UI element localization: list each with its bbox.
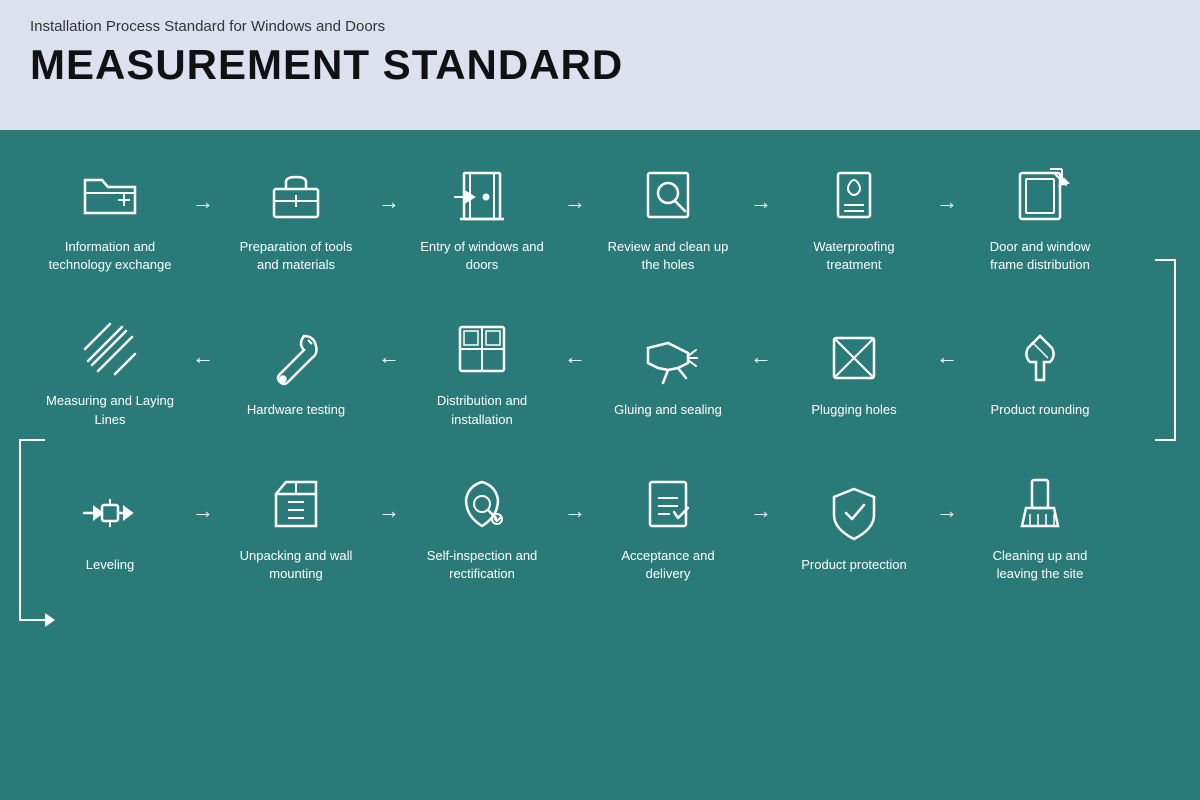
wrench-icon	[261, 323, 331, 393]
step-label: Gluing and sealing	[614, 401, 722, 419]
step-label: Distribution and installation	[417, 392, 547, 428]
page-title: MEASUREMENT STANDARD	[30, 41, 1170, 89]
step-acceptance: Acceptance and delivery	[588, 469, 748, 583]
accept-icon	[633, 469, 703, 539]
arrow-r3-2: →	[378, 498, 400, 524]
arrow-left-3: →	[564, 344, 586, 370]
step-measuring: Measuring and Laying Lines	[30, 314, 190, 428]
step-label: Cleaning up and leaving the site	[975, 547, 1105, 583]
process-row-3: Leveling → Unpacking and wall mounting →	[30, 469, 1170, 583]
step-label: Plugging holes	[811, 401, 896, 419]
process-row-2: Measuring and Laying Lines → Hardware te…	[30, 314, 1170, 428]
arrow-r3-5: →	[936, 498, 958, 524]
door-enter-icon	[447, 160, 517, 230]
glue-gun-icon	[633, 323, 703, 393]
step-info-exchange: Information and technology exchange	[30, 160, 190, 274]
arrow-r3-3: →	[564, 498, 586, 524]
step-label: Door and window frame distribution	[975, 238, 1105, 274]
shield-icon	[819, 478, 889, 548]
broom-icon	[1005, 469, 1075, 539]
step-label: Leveling	[86, 556, 134, 574]
ruler-cross-icon	[75, 314, 145, 384]
step-label: Hardware testing	[247, 401, 345, 419]
step-label: Waterproofing treatment	[789, 238, 919, 274]
step-review-holes: Review and clean up the holes	[588, 160, 748, 274]
page-header: Installation Process Standard for Window…	[0, 0, 1200, 130]
step-label: Review and clean up the holes	[603, 238, 733, 274]
arrow-3: →	[564, 189, 586, 215]
arrow-2: →	[378, 189, 400, 215]
step-waterproofing: Waterproofing treatment	[774, 160, 934, 274]
inspect-icon	[447, 469, 517, 539]
arrow-5: →	[936, 189, 958, 215]
step-label: Self-inspection and rectification	[417, 547, 547, 583]
arrow-left-5: →	[936, 344, 958, 370]
arrow-1: →	[192, 189, 214, 215]
step-label: Unpacking and wall mounting	[231, 547, 361, 583]
frame-export-icon	[1005, 160, 1075, 230]
step-gluing: Gluing and sealing	[588, 323, 748, 419]
square-diagonal-icon	[819, 323, 889, 393]
water-icon	[819, 160, 889, 230]
search-icon	[633, 160, 703, 230]
step-label: Measuring and Laying Lines	[45, 392, 175, 428]
step-rounding: Product rounding	[960, 323, 1120, 419]
arrow-left-1: →	[192, 344, 214, 370]
arrow-r3-1: →	[192, 498, 214, 524]
arrow-left-4: →	[750, 344, 772, 370]
step-self-inspect: Self-inspection and rectification	[402, 469, 562, 583]
step-label: Product protection	[801, 556, 907, 574]
step-label: Information and technology exchange	[45, 238, 175, 274]
step-cleaning: Cleaning up and leaving the site	[960, 469, 1120, 583]
step-label: Product rounding	[990, 401, 1089, 419]
grid-window-icon	[447, 314, 517, 384]
step-plugging: Plugging holes	[774, 323, 934, 419]
step-label: Entry of windows and doors	[417, 238, 547, 274]
step-unpacking: Unpacking and wall mounting	[216, 469, 376, 583]
step-entry-windows: Entry of windows and doors	[402, 160, 562, 274]
step-hardware: Hardware testing	[216, 323, 376, 419]
page-subtitle: Installation Process Standard for Window…	[30, 18, 1170, 35]
step-leveling: Leveling	[30, 478, 190, 574]
step-product-protect: Product protection	[774, 478, 934, 574]
process-row-1: Information and technology exchange → Pr…	[30, 160, 1170, 274]
step-frame-dist: Door and window frame distribution	[960, 160, 1120, 274]
step-label: Preparation of tools and materials	[231, 238, 361, 274]
folder-icon	[75, 160, 145, 230]
arrow-left-2: →	[378, 344, 400, 370]
step-label: Acceptance and delivery	[603, 547, 733, 583]
step-tools-prep: Preparation of tools and materials	[216, 160, 376, 274]
toolbox-icon	[261, 160, 331, 230]
pin-icon	[1005, 323, 1075, 393]
level-icon	[75, 478, 145, 548]
unpack-icon	[261, 469, 331, 539]
main-content: Information and technology exchange → Pr…	[0, 130, 1200, 800]
arrow-4: →	[750, 189, 772, 215]
arrow-r3-4: →	[750, 498, 772, 524]
step-distribution: Distribution and installation	[402, 314, 562, 428]
